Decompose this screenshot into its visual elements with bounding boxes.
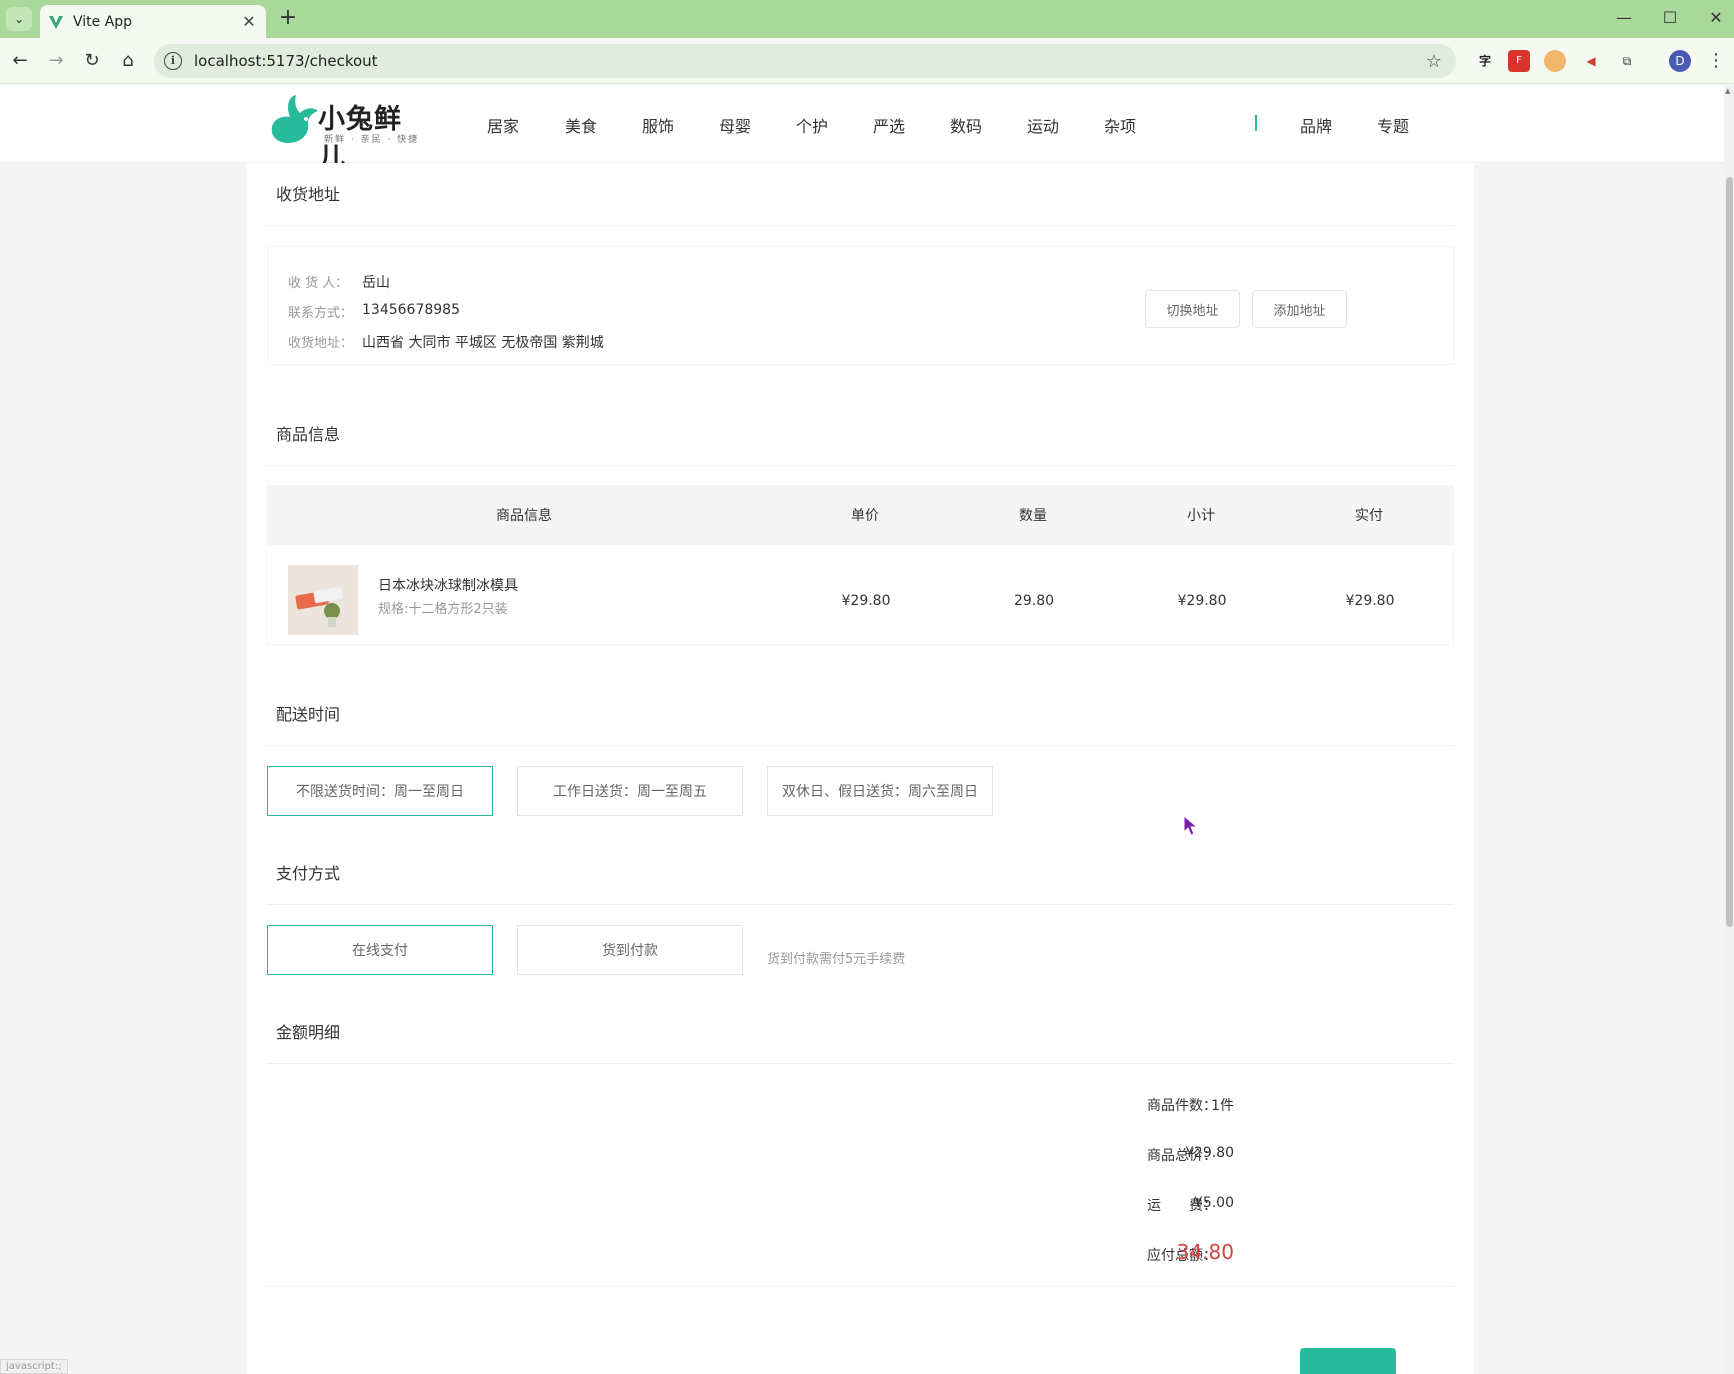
add-address-button[interactable]: 添加地址 (1252, 290, 1347, 328)
window-close-icon[interactable]: ✕ (1698, 6, 1734, 30)
delivery-option-weekdays[interactable]: 工作日送货：周一至周五 (517, 766, 743, 816)
checkout-card: 收货地址 收 货 人： 岳山 联系方式： 13456678985 收货地址： 山… (247, 163, 1474, 1374)
address-box: 收 货 人： 岳山 联系方式： 13456678985 收货地址： 山西省 大同… (267, 246, 1454, 365)
extensions-puzzle-icon[interactable]: ⧉ (1616, 50, 1638, 72)
product-image[interactable] (288, 565, 358, 635)
browser-tab[interactable]: Vite App ✕ (40, 5, 266, 38)
new-tab-icon[interactable]: + (276, 6, 300, 30)
nav-item[interactable]: 数码 (950, 113, 982, 137)
column-header: 商品信息 (496, 508, 552, 524)
pay-online-option[interactable]: 在线支付 (267, 925, 493, 975)
nav-item[interactable]: 个护 (796, 113, 828, 137)
summary-section-title: 金额明细 (276, 1023, 341, 1042)
goods-total-value: ¥29.80 (1185, 1145, 1234, 1161)
megaphone-extension-icon[interactable]: ◀ (1580, 50, 1602, 72)
scroll-up-icon[interactable]: ▲ (1725, 87, 1730, 95)
delivery-option-weekends[interactable]: 双休日、假日送货：周六至周日 (767, 766, 993, 816)
tab-title: Vite App (73, 13, 133, 30)
quantity: 29.80 (1013, 593, 1055, 609)
address-row: 收货地址： 山西省 大同市 平城区 无极帝国 紫荆城 (288, 332, 604, 352)
nav-item[interactable]: 杂项 (1104, 113, 1136, 137)
column-header: 实付 (1355, 508, 1383, 524)
address-bar[interactable]: i localhost:5173/checkout ☆ (154, 44, 1456, 78)
phone-row: 联系方式： 13456678985 (288, 302, 460, 321)
column-header: 小计 (1187, 508, 1215, 524)
logo-slogan: 新鲜 · 亲民 · 快捷 (324, 135, 420, 145)
divider (267, 904, 1454, 905)
mouse-cursor-icon (1183, 815, 1199, 836)
nav-item[interactable]: 运动 (1027, 113, 1059, 137)
scrollbar-thumb[interactable] (1726, 177, 1733, 927)
column-header: 数量 (1019, 508, 1047, 524)
receiver-row: 收 货 人： 岳山 (288, 272, 390, 292)
phone-number: 13456678985 (362, 302, 460, 318)
switch-address-button[interactable]: 切换地址 (1145, 290, 1240, 328)
nav-divider (1255, 115, 1257, 131)
goods-table-header: 商品信息 单价 数量 小计 实付 (267, 485, 1454, 545)
delivery-section-title: 配送时间 (276, 705, 341, 724)
reload-icon[interactable]: ↻ (78, 48, 106, 74)
item-count-value: 1件 (1211, 1098, 1234, 1114)
status-bubble: javascript:; (0, 1359, 68, 1374)
payment-note: 货到付款需付5元手续费 (767, 952, 906, 967)
subtotal: ¥29.80 (1177, 593, 1227, 609)
profile-avatar[interactable]: D (1669, 50, 1691, 72)
item-count-label: 商品件数： (1147, 1098, 1217, 1114)
column-header: 单价 (851, 508, 879, 524)
divider (267, 225, 1454, 226)
receiver-name: 岳山 (362, 275, 390, 291)
pay-on-delivery-option[interactable]: 货到付款 (517, 925, 743, 975)
bookmark-star-icon[interactable]: ☆ (1426, 51, 1442, 72)
payment-section-title: 支付方式 (276, 864, 341, 883)
divider (267, 1286, 1454, 1287)
site-header: 小兔鲜儿 新鲜 · 亲民 · 快捷 居家 美食 服饰 母婴 个护 严选 数码 运… (0, 85, 1724, 174)
back-icon[interactable]: ← (6, 48, 34, 74)
nav-item-brand[interactable]: 品牌 (1300, 113, 1332, 137)
menu-kebab-icon[interactable]: ⋮ (1707, 48, 1725, 74)
face-extension-icon[interactable] (1544, 50, 1566, 72)
divider (267, 465, 1454, 466)
nav-item-topic[interactable]: 专题 (1377, 113, 1409, 137)
pay-total-value: 34.80 (1176, 1240, 1234, 1264)
forward-icon[interactable]: → (42, 48, 70, 74)
divider (267, 1063, 1454, 1064)
page-viewport: 小兔鲜儿 新鲜 · 亲民 · 快捷 居家 美食 服饰 母婴 个护 严选 数码 运… (0, 85, 1734, 1374)
unit-price: ¥29.80 (841, 593, 891, 609)
paid-amount: ¥29.80 (1345, 593, 1395, 609)
phone-label: 联系方式： (288, 306, 354, 321)
minimize-icon[interactable]: — (1606, 6, 1642, 30)
goods-section-title: 商品信息 (276, 425, 341, 444)
page-scrollbar[interactable]: ▲ (1724, 85, 1734, 1374)
rabbit-logo-icon (271, 95, 318, 143)
product-name[interactable]: 日本冰块冰球制冰模具 (378, 575, 518, 595)
browser-tab-bar: ⌄ Vite App ✕ + — ☐ ✕ (0, 0, 1734, 38)
delivery-option-anytime[interactable]: 不限送货时间：周一至周日 (267, 766, 493, 816)
home-icon[interactable]: ⌂ (114, 48, 142, 74)
site-logo[interactable]: 小兔鲜儿 新鲜 · 亲民 · 快捷 (266, 91, 426, 174)
address-section-title: 收货地址 (276, 185, 341, 204)
address-text: 山西省 大同市 平城区 无极帝国 紫荆城 (362, 335, 604, 351)
nav-item[interactable]: 严选 (873, 113, 905, 137)
browser-toolbar: ← → ↻ ⌂ i localhost:5173/checkout ☆ 字 F … (0, 38, 1734, 84)
freight-value: ¥5.00 (1193, 1195, 1234, 1211)
red-extension-icon[interactable]: F (1508, 50, 1530, 72)
site-info-icon[interactable]: i (164, 52, 182, 70)
nav-item[interactable]: 美食 (565, 113, 597, 137)
divider (267, 745, 1454, 746)
nav-item[interactable]: 居家 (487, 113, 519, 137)
tab-close-icon[interactable]: ✕ (240, 12, 258, 31)
table-row: 日本冰块冰球制冰模具 规格:十二格方形2只装 ¥29.80 29.80 ¥29.… (267, 545, 1454, 645)
product-spec: 规格:十二格方形2只装 (378, 602, 508, 617)
url-text: localhost:5173/checkout (194, 52, 378, 70)
nav-item[interactable]: 母婴 (719, 113, 751, 137)
translate-extension-icon[interactable]: 字 (1474, 50, 1496, 72)
vite-favicon-icon (48, 14, 64, 30)
tab-search-button[interactable]: ⌄ (6, 7, 32, 31)
nav-item[interactable]: 服饰 (642, 113, 674, 137)
receiver-label: 收 货 人： (288, 276, 349, 291)
address-label: 收货地址： (288, 336, 354, 351)
submit-order-button[interactable] (1300, 1348, 1396, 1374)
maximize-icon[interactable]: ☐ (1652, 6, 1688, 30)
